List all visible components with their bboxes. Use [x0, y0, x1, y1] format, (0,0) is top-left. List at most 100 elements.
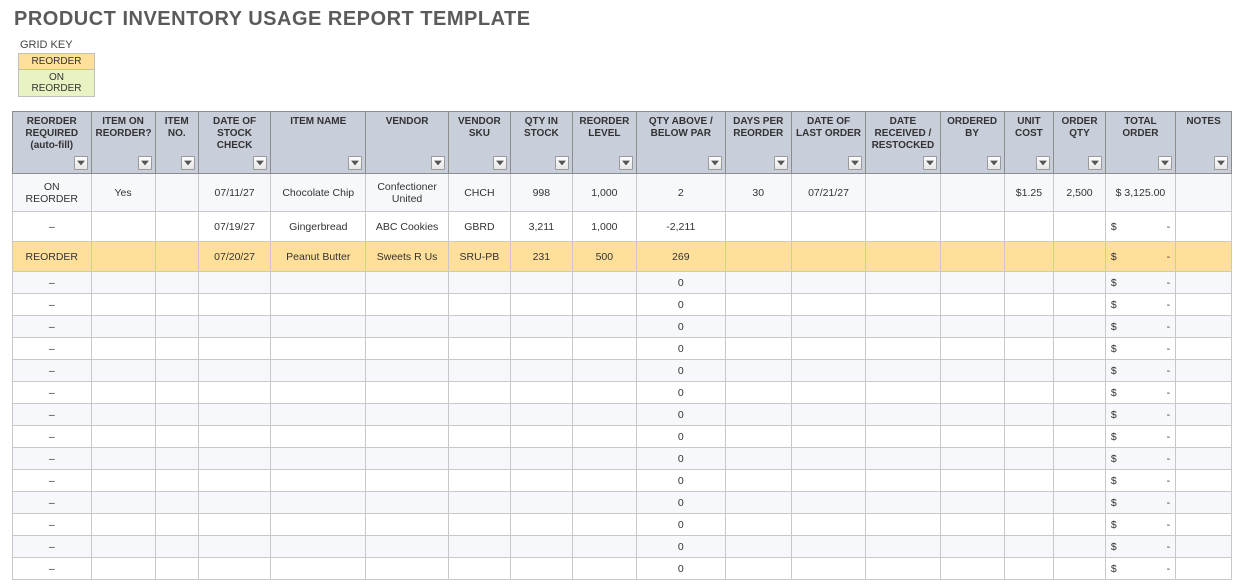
- cell[interactable]: [1176, 272, 1232, 294]
- cell[interactable]: [366, 316, 449, 338]
- cell[interactable]: [448, 470, 510, 492]
- cell[interactable]: [572, 272, 636, 294]
- cell[interactable]: –: [13, 338, 92, 360]
- cell[interactable]: [572, 360, 636, 382]
- cell[interactable]: [866, 272, 940, 294]
- cell[interactable]: 0: [636, 470, 725, 492]
- cell[interactable]: [866, 470, 940, 492]
- filter-dropdown-button[interactable]: [493, 156, 507, 170]
- cell[interactable]: [791, 492, 865, 514]
- cell-total-order[interactable]: $ 3,125.00: [1105, 174, 1175, 212]
- cell[interactable]: [366, 558, 449, 580]
- cell[interactable]: [271, 404, 366, 426]
- cell[interactable]: [1004, 294, 1054, 316]
- cell[interactable]: [91, 360, 155, 382]
- cell[interactable]: [1054, 470, 1106, 492]
- cell-qty-above-below[interactable]: 2: [636, 174, 725, 212]
- cell[interactable]: [198, 426, 270, 448]
- cell[interactable]: [791, 272, 865, 294]
- cell[interactable]: [510, 470, 572, 492]
- cell[interactable]: [572, 404, 636, 426]
- cell-item-name[interactable]: Gingerbread: [271, 212, 366, 242]
- cell[interactable]: [448, 536, 510, 558]
- cell[interactable]: [198, 404, 270, 426]
- cell[interactable]: [155, 470, 198, 492]
- cell-unit-cost[interactable]: [1004, 242, 1054, 272]
- cell[interactable]: [725, 404, 791, 426]
- cell[interactable]: [1004, 514, 1054, 536]
- cell[interactable]: [155, 558, 198, 580]
- cell[interactable]: [366, 382, 449, 404]
- cell[interactable]: [1176, 470, 1232, 492]
- cell[interactable]: [1004, 448, 1054, 470]
- cell[interactable]: [271, 448, 366, 470]
- cell[interactable]: [91, 338, 155, 360]
- cell[interactable]: [448, 448, 510, 470]
- cell[interactable]: [1004, 316, 1054, 338]
- cell-days-per-reorder[interactable]: [725, 212, 791, 242]
- cell[interactable]: –: [13, 404, 92, 426]
- cell[interactable]: [198, 558, 270, 580]
- cell[interactable]: [725, 382, 791, 404]
- cell[interactable]: 0: [636, 558, 725, 580]
- cell-item-name[interactable]: Chocolate Chip: [271, 174, 366, 212]
- cell-item-no[interactable]: [155, 174, 198, 212]
- cell[interactable]: [448, 558, 510, 580]
- cell-reorder-level[interactable]: 500: [572, 242, 636, 272]
- cell-vendor[interactable]: Confectioner United: [366, 174, 449, 212]
- cell-ordered-by[interactable]: [940, 242, 1004, 272]
- cell[interactable]: [510, 294, 572, 316]
- cell[interactable]: [155, 514, 198, 536]
- cell[interactable]: [572, 382, 636, 404]
- cell[interactable]: [198, 360, 270, 382]
- cell[interactable]: –: [13, 448, 92, 470]
- cell[interactable]: [940, 316, 1004, 338]
- cell[interactable]: [510, 272, 572, 294]
- cell[interactable]: [866, 404, 940, 426]
- cell[interactable]: [791, 338, 865, 360]
- filter-dropdown-button[interactable]: [74, 156, 88, 170]
- cell[interactable]: [198, 514, 270, 536]
- cell[interactable]: –: [13, 492, 92, 514]
- cell[interactable]: [1176, 316, 1232, 338]
- cell[interactable]: [155, 382, 198, 404]
- cell[interactable]: [366, 338, 449, 360]
- cell[interactable]: [198, 316, 270, 338]
- cell-notes[interactable]: [1176, 242, 1232, 272]
- cell-ordered-by[interactable]: [940, 212, 1004, 242]
- cell[interactable]: [271, 514, 366, 536]
- cell[interactable]: [940, 536, 1004, 558]
- cell[interactable]: [572, 492, 636, 514]
- cell-qty-in-stock[interactable]: 998: [510, 174, 572, 212]
- cell-date-received[interactable]: [866, 174, 940, 212]
- cell-qty-in-stock[interactable]: 3,211: [510, 212, 572, 242]
- cell-date-stock-check[interactable]: 07/11/27: [198, 174, 270, 212]
- cell[interactable]: [91, 536, 155, 558]
- cell-date-last-order[interactable]: [791, 212, 865, 242]
- cell-total-order[interactable]: $-: [1105, 272, 1175, 294]
- cell[interactable]: 0: [636, 492, 725, 514]
- cell[interactable]: 0: [636, 294, 725, 316]
- cell[interactable]: [940, 448, 1004, 470]
- cell-total-order[interactable]: $-: [1105, 536, 1175, 558]
- cell[interactable]: [366, 360, 449, 382]
- cell[interactable]: [1176, 294, 1232, 316]
- cell-total-order[interactable]: $-: [1105, 294, 1175, 316]
- cell[interactable]: [866, 294, 940, 316]
- cell[interactable]: [198, 294, 270, 316]
- cell-vendor[interactable]: Sweets R Us: [366, 242, 449, 272]
- cell[interactable]: [448, 272, 510, 294]
- cell[interactable]: [940, 492, 1004, 514]
- filter-dropdown-button[interactable]: [138, 156, 152, 170]
- cell[interactable]: [572, 426, 636, 448]
- cell-vendor-sku[interactable]: GBRD: [448, 212, 510, 242]
- cell[interactable]: [271, 316, 366, 338]
- cell[interactable]: [448, 316, 510, 338]
- cell-total-order[interactable]: $-: [1105, 360, 1175, 382]
- cell[interactable]: 0: [636, 536, 725, 558]
- cell[interactable]: [155, 294, 198, 316]
- cell-ordered-by[interactable]: [940, 174, 1004, 212]
- cell[interactable]: [572, 514, 636, 536]
- cell[interactable]: [725, 272, 791, 294]
- cell[interactable]: [155, 536, 198, 558]
